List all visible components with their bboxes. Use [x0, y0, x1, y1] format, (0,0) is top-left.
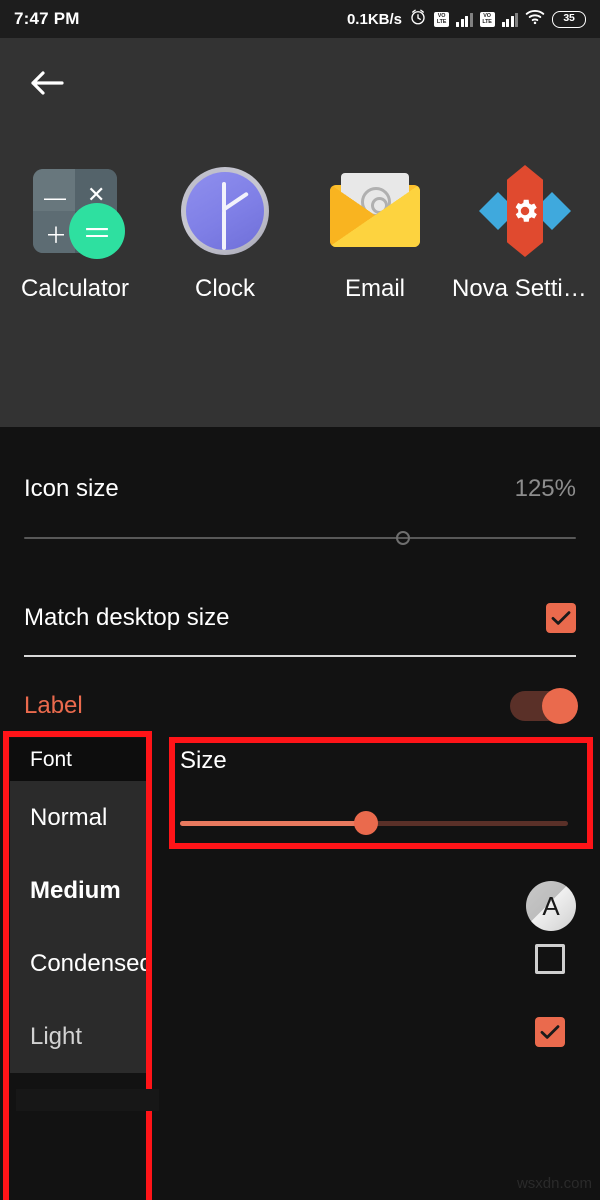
font-option-condensed[interactable]: Condensed — [10, 927, 153, 1000]
clock-icon — [177, 163, 273, 259]
settings-list: Icon size 125% Match desktop size Label … — [0, 427, 600, 1200]
list-continuation-placeholder — [16, 1089, 159, 1111]
setting-row-match-desktop-size[interactable]: Match desktop size — [24, 603, 576, 633]
app-label: Email — [344, 275, 405, 302]
size-slider-panel[interactable]: Size — [180, 747, 580, 835]
label-shadow-checkbox[interactable] — [535, 944, 565, 974]
label-toggle[interactable] — [510, 688, 578, 724]
battery-indicator: 35 — [552, 10, 586, 28]
gear-icon — [510, 196, 540, 226]
status-bar: 7:47 PM 0.1KB/s VO LTE VO LTE 35 — [0, 0, 600, 38]
signal-bars-sim1-icon — [456, 12, 473, 27]
size-slider[interactable] — [180, 811, 580, 835]
app-label: Calculator — [20, 275, 130, 302]
font-dropdown[interactable]: Font Normal Medium Condensed Light — [10, 738, 153, 1073]
app-item-nova-settings[interactable]: Nova Settin… — [452, 163, 598, 303]
app-item-clock[interactable]: Clock — [155, 163, 295, 303]
match-desktop-size-checkbox[interactable] — [546, 603, 576, 633]
phone-screen: 7:47 PM 0.1KB/s VO LTE VO LTE 35 — ✕ ＋ ＝… — [0, 0, 600, 1200]
app-label: Clock — [194, 275, 255, 302]
setting-row-icon-size[interactable]: Icon size 125% — [24, 475, 576, 503]
font-option-medium[interactable]: Medium — [10, 854, 148, 927]
app-item-email[interactable]: Email — [305, 163, 445, 303]
font-dropdown-header: Font — [10, 738, 148, 781]
signal-bars-sim2-icon — [501, 12, 518, 27]
watermark: wsxdn.com — [516, 1175, 592, 1192]
back-button[interactable] — [22, 60, 72, 110]
size-label: Size — [180, 747, 227, 774]
label-single-line-checkbox[interactable] — [535, 1017, 565, 1047]
icon-size-value: 125% — [514, 475, 576, 502]
font-option-list: Normal Medium Condensed Light — [10, 781, 153, 1073]
volte-sim2-icon: VO LTE — [479, 11, 495, 27]
alarm-clock-icon — [409, 8, 427, 31]
app-preview-row: — ✕ ＋ ＝ Calculator Clock Email Nova Sett… — [0, 163, 600, 303]
status-bar-icons: 0.1KB/s VO LTE VO LTE 35 — [347, 8, 586, 31]
label-color-swatch[interactable]: A — [526, 881, 576, 931]
nova-settings-icon — [477, 163, 573, 259]
app-item-calculator[interactable]: — ✕ ＋ ＝ Calculator — [5, 163, 145, 303]
wifi-icon — [525, 9, 545, 30]
calculator-icon: — ✕ ＋ ＝ — [27, 163, 125, 259]
app-label: Nova Settin… — [452, 275, 598, 302]
icon-size-slider-thumb[interactable] — [395, 531, 410, 545]
label-section-title: Label — [24, 692, 83, 719]
setting-row-label[interactable]: Label — [24, 688, 578, 724]
match-desktop-size-label: Match desktop size — [24, 604, 230, 631]
status-bar-clock: 7:47 PM — [14, 9, 80, 28]
font-option-normal[interactable]: Normal — [10, 781, 148, 854]
email-icon — [327, 163, 423, 259]
font-option-light[interactable]: Light — [10, 1000, 148, 1073]
icon-size-label: Icon size — [24, 475, 119, 502]
label-color-letter: A — [542, 890, 560, 921]
icon-preview-panel: — ✕ ＋ ＝ Calculator Clock Email Nova Sett… — [0, 38, 600, 427]
back-arrow-icon — [30, 69, 64, 102]
section-divider — [24, 655, 576, 657]
volte-sim1-icon: VO LTE — [434, 11, 449, 27]
network-speed-indicator: 0.1KB/s — [346, 10, 402, 28]
